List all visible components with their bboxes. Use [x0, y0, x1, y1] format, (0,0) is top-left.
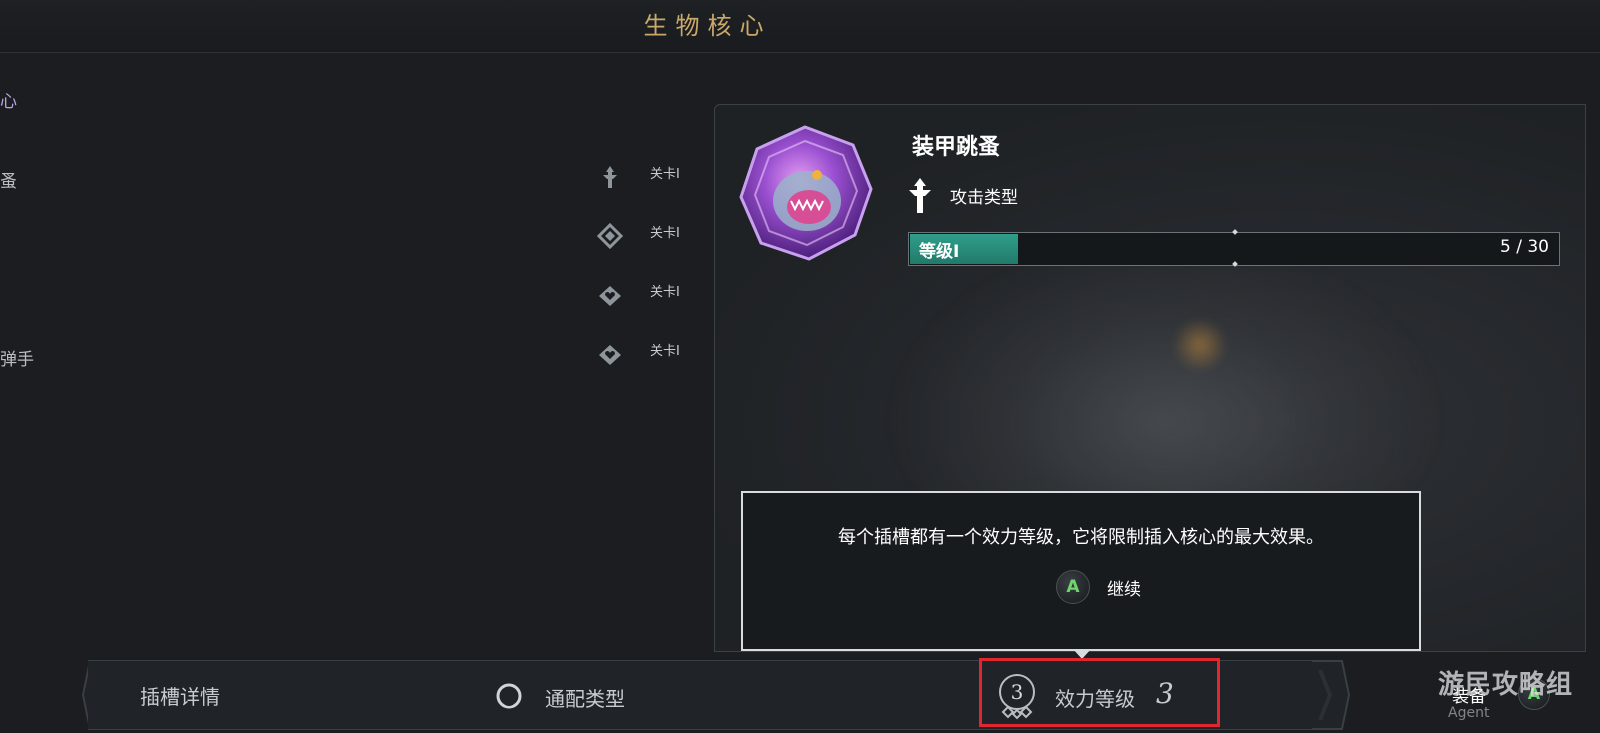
- core-list-panel: 心 蚤 弹手 关卡Ⅰ 关卡Ⅰ 关卡Ⅰ 关卡Ⅰ: [0, 52, 700, 652]
- page-title: 生物核心: [643, 12, 772, 40]
- dagger-icon: [603, 166, 617, 188]
- core-list-item-selected[interactable]: 心: [0, 87, 17, 112]
- tutorial-text: 每个插槽都有一个效力等级，它将限制插入核心的最大效果。: [838, 527, 1324, 548]
- core-list-item[interactable]: 弹手: [0, 345, 34, 370]
- heart-diamond-icon: [599, 286, 621, 306]
- potency-badge-icon: 3: [999, 674, 1035, 720]
- wildcard-type-label: 通配类型: [545, 687, 625, 711]
- slot-details-label: 插槽详情: [140, 685, 220, 709]
- level-count: 5 / 30: [1500, 237, 1549, 257]
- watermark-logo: 游民攻略组 Agent: [1438, 664, 1600, 733]
- slot-level-label: 关卡Ⅰ: [650, 226, 680, 241]
- header-bar: 生物核心: [0, 0, 1600, 53]
- slot-level-label: 关卡Ⅰ: [650, 344, 680, 359]
- dagger-icon: [909, 178, 931, 213]
- crescent-ring-icon: [496, 683, 522, 709]
- potency-level-label: 效力等级: [1055, 687, 1135, 711]
- watermark-subtext: Agent: [1448, 705, 1490, 721]
- slot-level-label: 关卡Ⅰ: [650, 285, 680, 300]
- watermark-text: 游民攻略组: [1438, 670, 1574, 700]
- progress-tick: [1232, 229, 1238, 235]
- progress-tick: [1232, 261, 1238, 267]
- armored-flea-core-icon: [739, 125, 873, 261]
- creature-eye-glow: [1170, 320, 1230, 370]
- heart-diamond-icon: [599, 345, 621, 365]
- level-progress-bar: 等级Ⅰ 5 / 30: [908, 229, 1560, 267]
- level-label: 等级Ⅰ: [919, 242, 960, 262]
- tutorial-popup: 每个插槽都有一个效力等级，它将限制插入核心的最大效果。 A 继续: [741, 491, 1421, 651]
- slot-level-label: 关卡Ⅰ: [650, 167, 680, 182]
- bottom-bar-right-cap: [1312, 660, 1350, 730]
- diamond-shield-icon: [597, 223, 623, 249]
- potency-level-value: 3: [1156, 677, 1174, 710]
- continue-button[interactable]: 继续: [1107, 575, 1141, 600]
- core-list-item[interactable]: 蚤: [0, 167, 17, 192]
- a-button-icon[interactable]: A: [1056, 570, 1090, 604]
- core-name: 装甲跳蚤: [912, 135, 1001, 160]
- potency-badge-number: 3: [1011, 680, 1024, 704]
- core-type-label: 攻击类型: [950, 188, 1018, 208]
